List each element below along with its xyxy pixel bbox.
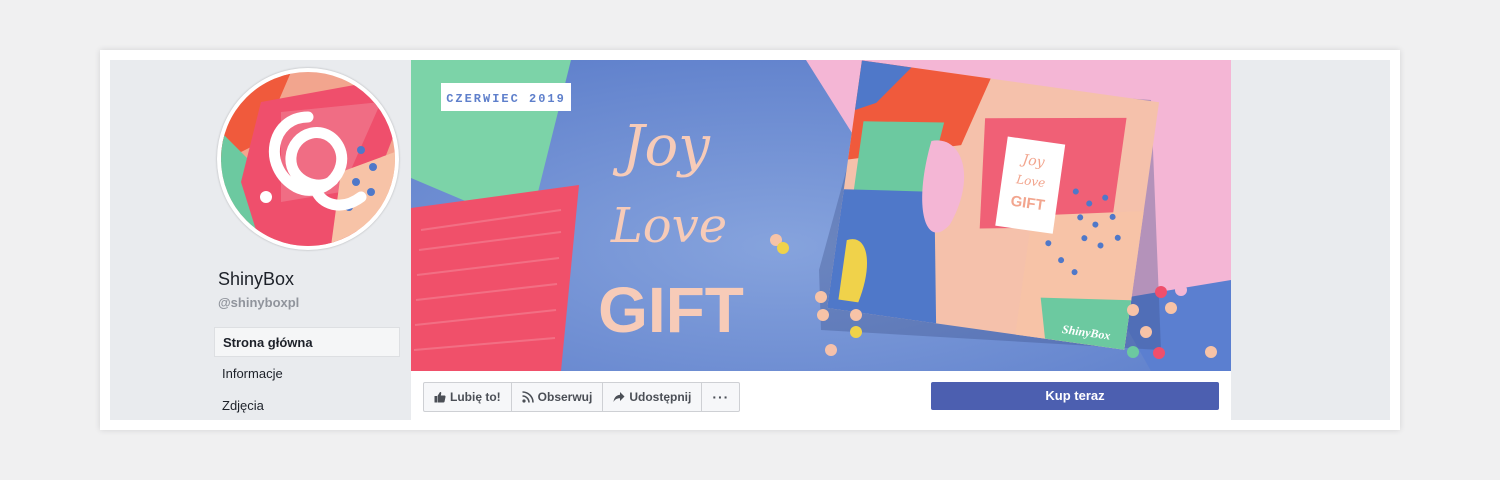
nav-item-info[interactable]: Informacje <box>214 359 400 389</box>
share-button-label: Udostępnij <box>629 390 692 404</box>
follow-button-label: Obserwuj <box>537 390 593 404</box>
share-button[interactable]: Udostępnij <box>603 383 703 411</box>
headline-love: Love <box>610 198 727 254</box>
action-bar: Lubię to! Obserwuj Udostępnij ··· Kup te… <box>411 371 1231 420</box>
headline-joy: Joy <box>612 114 711 179</box>
share-arrow-icon <box>613 392 625 402</box>
cover-artwork: Joy Love GIFT ShinyBox CZERWIEC 2019 Joy… <box>411 60 1231 371</box>
action-buttons: Lubię to! Obserwuj Udostępnij ··· <box>423 382 741 412</box>
like-button-label: Lubię to! <box>450 390 501 404</box>
thumbs-up-icon <box>434 391 446 403</box>
page-header-frame: ShinyBox @shinyboxpl Strona główna Infor… <box>100 50 1400 430</box>
nav-item-home[interactable]: Strona główna <box>214 327 400 357</box>
cover-photo[interactable]: Joy Love GIFT ShinyBox CZERWIEC 2019 Joy… <box>411 60 1231 371</box>
gift-box: Joy Love GIFT ShinyBox <box>827 60 1160 350</box>
headline-gift: GIFT <box>598 274 744 346</box>
like-button[interactable]: Lubię to! <box>424 383 512 411</box>
buy-now-button[interactable]: Kup teraz <box>931 382 1219 410</box>
page-name[interactable]: ShinyBox <box>218 269 294 290</box>
more-dots-icon: ··· <box>712 389 730 405</box>
page-header: ShinyBox @shinyboxpl Strona główna Infor… <box>110 60 1390 420</box>
nav-item-photos[interactable]: Zdjęcia <box>214 391 400 420</box>
right-padding <box>1231 60 1390 420</box>
rss-icon <box>522 391 534 403</box>
more-button[interactable]: ··· <box>702 383 739 411</box>
profile-picture[interactable] <box>217 68 399 250</box>
shinybox-logo-icon <box>221 72 395 246</box>
follow-button[interactable]: Obserwuj <box>512 383 604 411</box>
page-handle[interactable]: @shinyboxpl <box>218 295 299 310</box>
left-column: ShinyBox @shinyboxpl Strona główna Infor… <box>110 60 410 420</box>
date-badge-label: CZERWIEC 2019 <box>446 92 566 106</box>
